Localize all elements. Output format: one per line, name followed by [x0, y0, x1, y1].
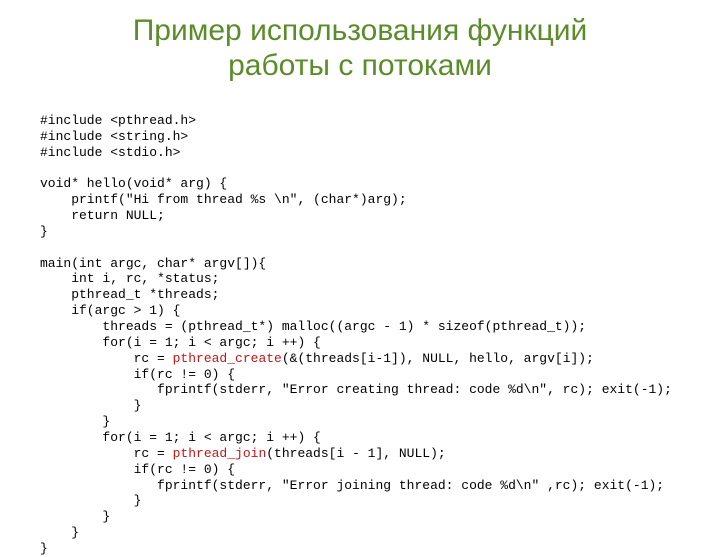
code-line: if(rc != 0) { [40, 367, 235, 382]
code-line: fprintf(stderr, "Error joining thread: c… [40, 478, 664, 493]
code-line: printf("Hi from thread %s \n", (char*)ar… [40, 192, 407, 207]
code-line: } [40, 525, 79, 540]
highlight-pthread-create: pthread_create [173, 351, 282, 366]
code-line: rc = pthread_join(threads[i - 1], NULL); [40, 446, 446, 461]
code-line: int i, rc, *status; [40, 271, 219, 286]
code-line: rc = pthread_create(&(threads[i-1]), NUL… [40, 351, 594, 366]
code-line: main(int argc, char* argv[]){ [40, 256, 266, 271]
code-line: } [40, 493, 141, 508]
code-line: pthread_t *threads; [40, 287, 219, 302]
code-line: #include <string.h> [40, 129, 188, 144]
code-line: if(rc != 0) { [40, 462, 235, 477]
code-line: #include <pthread.h> [40, 113, 196, 128]
code-line: return NULL; [40, 208, 165, 223]
code-line: if(argc > 1) { [40, 303, 180, 318]
code-line: #include <stdio.h> [40, 145, 180, 160]
code-line: for(i = 1; i < argc; i ++) { [40, 335, 321, 350]
code-line: void* hello(void* arg) { [40, 176, 227, 191]
code-line: } [40, 509, 110, 524]
code-line: } [40, 224, 48, 239]
code-line: } [40, 398, 141, 413]
slide: Пример использования функций работы с по… [0, 0, 720, 540]
code-line: } [40, 541, 48, 556]
highlight-pthread-join: pthread_join [173, 446, 267, 461]
slide-title: Пример использования функций работы с по… [40, 14, 680, 83]
code-line: threads = (pthread_t*) malloc((argc - 1)… [40, 319, 586, 334]
code-block: #include <pthread.h> #include <string.h>… [40, 97, 680, 557]
code-line: fprintf(stderr, "Error creating thread: … [40, 382, 672, 397]
code-line: for(i = 1; i < argc; i ++) { [40, 430, 321, 445]
code-line: } [40, 414, 110, 429]
